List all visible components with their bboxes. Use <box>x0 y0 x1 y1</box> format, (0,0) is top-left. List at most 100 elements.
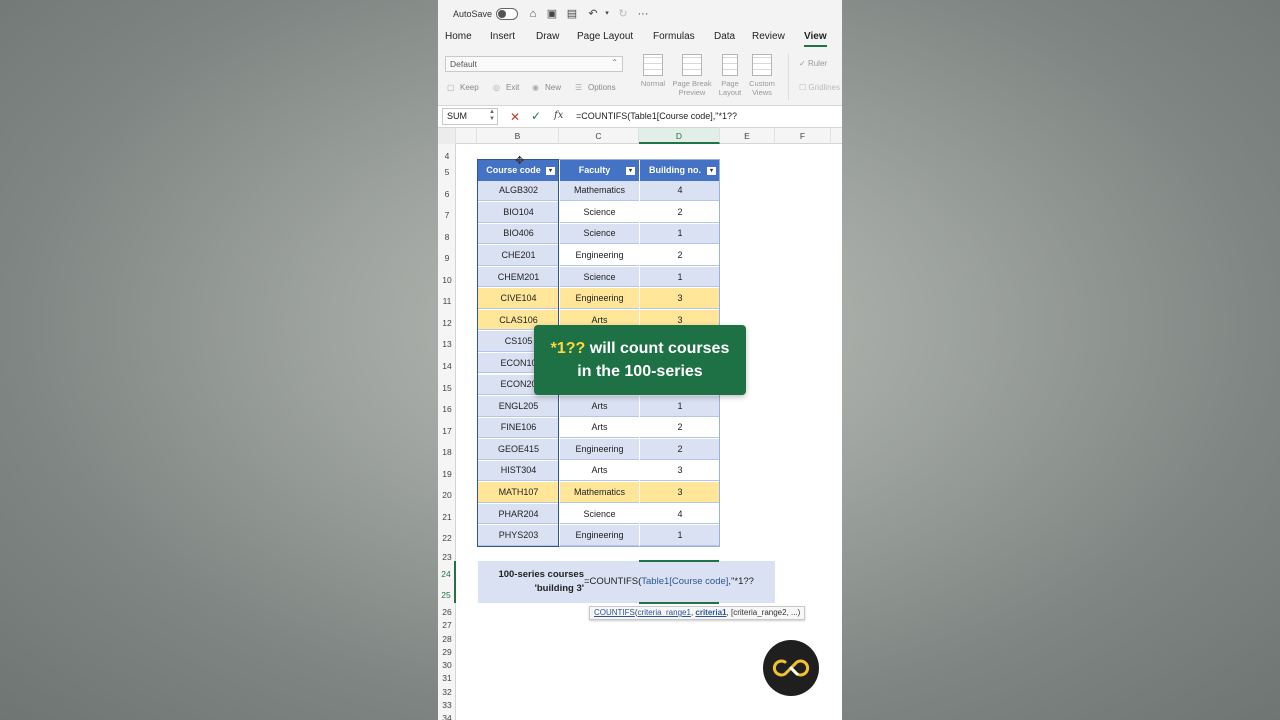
column-header-f[interactable]: F <box>775 128 831 144</box>
save-icon[interactable]: ▣ <box>545 7 559 21</box>
ribbon-divider <box>788 54 789 100</box>
cell-building[interactable]: 1 <box>640 266 720 288</box>
home-icon[interactable]: ⌂ <box>526 7 540 21</box>
column-header-b[interactable]: B <box>477 128 559 144</box>
select-all-corner[interactable] <box>438 128 456 144</box>
tab-review[interactable]: Review <box>752 31 785 42</box>
in-cell-formula[interactable]: =COUNTIFS(Table1[Course code],"*1?? <box>584 576 754 587</box>
cell-code[interactable]: PHYS203 <box>478 525 559 546</box>
page-layout-view-button[interactable]: Page Layout <box>716 54 744 97</box>
normal-view-icon <box>643 54 663 76</box>
tooltip-arg-criteria-range1[interactable]: criteria_range1 <box>638 608 691 617</box>
custom-views-button[interactable]: Custom Views <box>746 54 778 97</box>
ruler-checkbox[interactable]: ✓ Ruler <box>799 59 827 68</box>
save-as-icon[interactable]: ▤ <box>565 7 579 21</box>
cell-building[interactable]: 2 <box>640 439 720 460</box>
cell-code[interactable]: CHEM201 <box>478 266 559 288</box>
filter-dropdown-icon[interactable]: ▾ <box>706 166 717 176</box>
cell-building[interactable]: 2 <box>640 202 720 223</box>
cell-code[interactable]: CIVE104 <box>478 288 559 309</box>
exit-button[interactable]: ◎ Exit <box>493 83 519 92</box>
tooltip-function-link[interactable]: COUNTIFS <box>594 608 635 617</box>
header-faculty-label: Faculty <box>578 164 611 175</box>
column-header-a[interactable] <box>456 128 477 144</box>
cell-code[interactable]: MATH107 <box>478 482 559 503</box>
cell-code[interactable]: ALGB302 <box>478 180 559 202</box>
header-course-code-label: Course code <box>486 164 541 175</box>
eye-exit-icon: ◎ <box>493 83 500 92</box>
ribbon-view: Default ⌃ ▢ Keep ◎ Exit ◉ New ☰ Options Norm… <box>438 48 842 106</box>
tab-home[interactable]: Home <box>445 31 472 42</box>
cell-faculty[interactable]: Arts <box>560 460 639 482</box>
cell-faculty[interactable]: Science <box>560 503 639 525</box>
filter-dropdown-icon[interactable]: ▾ <box>625 166 636 176</box>
move-cursor-icon: ✥ <box>515 155 525 167</box>
normal-view-button[interactable]: Normal <box>638 54 668 88</box>
cell-code[interactable]: BIO406 <box>478 223 559 245</box>
cancel-icon[interactable]: ✕ <box>510 110 520 124</box>
spinner-icon: ▲ ▼ <box>489 109 495 122</box>
column-header-c[interactable]: C <box>559 128 639 144</box>
cell-code[interactable]: FINE106 <box>478 417 559 439</box>
undo-icon[interactable]: ↶ <box>586 7 600 21</box>
new-label: New <box>545 83 562 92</box>
cell-building[interactable]: 2 <box>640 245 720 266</box>
cell-faculty[interactable]: Engineering <box>560 245 639 266</box>
tab-data[interactable]: Data <box>714 31 735 42</box>
cell-code[interactable]: CHE201 <box>478 245 559 266</box>
cell-faculty[interactable]: Engineering <box>560 288 639 309</box>
new-view-button[interactable]: ◉ New <box>532 83 561 92</box>
cell-faculty[interactable]: Mathematics <box>560 482 639 503</box>
cell-faculty[interactable]: Arts <box>560 417 639 439</box>
page-break-preview-button[interactable]: Page Break Preview <box>670 54 714 97</box>
header-building-no-label: Building no. <box>649 164 701 175</box>
sheet-view-select[interactable]: Default ⌃ <box>445 56 623 72</box>
filter-dropdown-icon[interactable]: ▾ <box>545 166 556 176</box>
tooltip-arg-criteria1[interactable]: criteria1 <box>695 608 726 617</box>
cell-building[interactable]: 3 <box>640 482 720 503</box>
cell-faculty[interactable]: Science <box>560 266 639 288</box>
cell-building[interactable]: 1 <box>640 396 720 417</box>
cell-code[interactable]: PHAR204 <box>478 503 559 525</box>
redo-icon[interactable]: ↻ <box>616 7 630 21</box>
autosave-toggle[interactable] <box>496 8 518 20</box>
custom-views-icon <box>752 54 772 76</box>
cell-faculty[interactable]: Science <box>560 223 639 245</box>
worksheet-grid[interactable]: Course code ▾ Faculty ▾ Building no. ▾ ALGB302… <box>438 144 842 720</box>
column-header-d[interactable]: D <box>639 128 720 144</box>
keep-button[interactable]: ▢ Keep <box>447 83 479 92</box>
undo-dropdown-icon[interactable]: ▾ <box>600 7 614 21</box>
tab-view[interactable]: View <box>804 31 827 47</box>
tab-draw[interactable]: Draw <box>536 31 559 42</box>
insert-function-icon[interactable]: fx <box>554 110 563 121</box>
cell-code[interactable]: GEOE415 <box>478 439 559 460</box>
gridlines-checkbox[interactable]: ☐ Gridlines <box>799 83 840 92</box>
tab-formulas[interactable]: Formulas <box>653 31 695 42</box>
cell-code[interactable]: HIST304 <box>478 460 559 482</box>
cell-building[interactable]: 4 <box>640 503 720 525</box>
result-label: 100-series courses 'building 3' <box>486 568 584 596</box>
cell-faculty[interactable]: Mathematics <box>560 180 639 202</box>
formula-input[interactable]: =COUNTIFS(Table1[Course code],"*1?? <box>576 111 737 121</box>
cell-building[interactable]: 3 <box>640 288 720 309</box>
cell-faculty[interactable]: Engineering <box>560 525 639 546</box>
column-header-e[interactable]: E <box>720 128 775 144</box>
tab-page-layout[interactable]: Page Layout <box>577 31 633 42</box>
cell-faculty[interactable]: Science <box>560 202 639 223</box>
enter-check-icon[interactable]: ✓ <box>531 109 541 123</box>
cell-building[interactable]: 4 <box>640 180 720 202</box>
normal-label: Normal <box>640 79 666 88</box>
options-button[interactable]: ☰ Options <box>575 83 616 92</box>
cell-faculty[interactable]: Engineering <box>560 439 639 460</box>
cell-building[interactable]: 1 <box>640 525 720 546</box>
cell-code[interactable]: BIO104 <box>478 202 559 223</box>
cell-faculty[interactable]: Arts <box>560 396 639 417</box>
tab-insert[interactable]: Insert <box>490 31 515 42</box>
cell-code[interactable]: ENGL205 <box>478 396 559 417</box>
cell-building[interactable]: 3 <box>640 460 720 482</box>
header-faculty: Faculty ▾ <box>560 159 639 181</box>
name-box[interactable]: SUM ▲ ▼ <box>442 108 498 125</box>
more-options-icon[interactable]: ··· <box>636 7 650 21</box>
cell-building[interactable]: 1 <box>640 223 720 245</box>
cell-building[interactable]: 2 <box>640 417 720 439</box>
